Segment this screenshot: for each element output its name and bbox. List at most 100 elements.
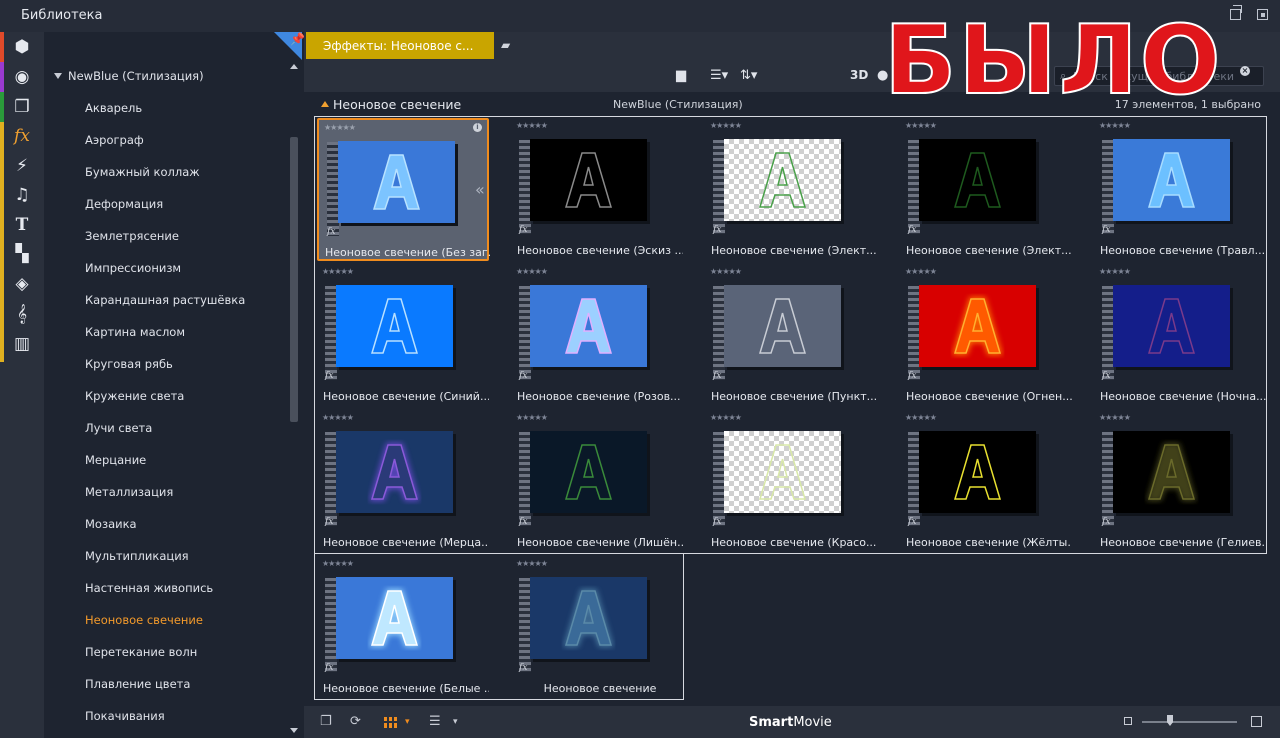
star-rating[interactable]: ★★★★★ <box>322 559 354 568</box>
star-rating[interactable]: ★★★★★ <box>710 267 742 276</box>
zoom-in-icon[interactable] <box>1251 716 1262 727</box>
effect-tile[interactable]: ★★★★★ fx Неоновое свечение (Огнен... <box>900 264 1072 407</box>
restore-icon[interactable] <box>1257 9 1268 20</box>
star-rating[interactable]: ★★★★★ <box>516 413 548 422</box>
effect-tile[interactable]: ★★★★★ fx Неоновое свечение (Эскиз ... <box>511 118 683 261</box>
effect-tile[interactable]: ★★★★★ fx Неоновое свечение (Белые ... <box>317 556 489 699</box>
sort-icon[interactable]: ⇅▾ <box>740 68 757 83</box>
list-mode-dropdown-icon[interactable]: ▾ <box>453 717 458 727</box>
effect-label: Неоновое свечение <box>543 682 657 695</box>
lightning-icon[interactable]: ⚡ <box>3 151 41 181</box>
star-rating[interactable]: ★★★★★ <box>516 267 548 276</box>
star-rating[interactable]: ★★★★★ <box>1099 413 1131 422</box>
list-view-icon[interactable]: ☰▾ <box>710 68 728 83</box>
grid-view-icon[interactable] <box>384 717 397 728</box>
effect-tile[interactable]: ★★★★★ fx Неоновое свечение (Гелиев... <box>1094 410 1266 553</box>
list-mode-icon[interactable]: ☰ <box>429 714 441 729</box>
tree-item[interactable]: Неоновое свечение <box>85 613 203 627</box>
star-rating[interactable]: ★★★★★ <box>516 559 548 568</box>
tree-item[interactable]: Кружение света <box>85 389 184 403</box>
collapse-arrow-icon[interactable]: « <box>475 180 485 199</box>
scroll-down-arrow-icon[interactable] <box>290 728 298 733</box>
scroll-up-arrow-icon[interactable] <box>290 64 298 69</box>
zoom-slider-thumb[interactable] <box>1167 715 1173 726</box>
filter-3d-toggle[interactable]: 3D <box>850 68 868 82</box>
tree-item[interactable]: Аэрограф <box>85 133 144 147</box>
clear-search-icon[interactable]: × <box>1240 66 1250 76</box>
star-rating[interactable]: ★★★★★ <box>710 121 742 130</box>
popout-icon[interactable] <box>1230 5 1242 20</box>
tree-item[interactable]: Круговая рябь <box>85 357 173 371</box>
effect-tile[interactable]: ★★★★★ fx Неоновое свечение (Жёлты... <box>900 410 1072 553</box>
fx-badge-icon: fx <box>713 371 722 381</box>
tree-item[interactable]: Лучи света <box>85 421 152 435</box>
star-rating[interactable]: ★★★★★ <box>710 413 742 422</box>
effect-tile[interactable]: ★★★★★ fx Неоновое свечение (Розов... <box>511 264 683 407</box>
effect-tile[interactable]: ★★★★★ fx Неоновое свечение (Ночна... <box>1094 264 1266 407</box>
star-rating[interactable]: ★★★★★ <box>1099 267 1131 276</box>
expand-triangle-icon[interactable] <box>54 73 62 79</box>
music-note-icon[interactable]: ♫ <box>3 180 41 210</box>
zoom-slider-track[interactable] <box>1142 721 1237 723</box>
star-rating[interactable]: ★★★★★ <box>905 267 937 276</box>
effect-thumbnail <box>336 285 453 367</box>
film-reel-icon[interactable]: ◉ <box>3 62 41 92</box>
pin-icon[interactable]: 📌 <box>290 32 304 46</box>
smartmovie-button[interactable]: SmartMovie <box>749 715 832 730</box>
effect-tile[interactable]: ★★★★★ fx Неоновое свечение (Пункт... <box>705 264 877 407</box>
tree-item[interactable]: Покачивания <box>85 709 165 723</box>
effect-tile[interactable]: ★★★★★ i fx « Неоновое свечение (Без заг... <box>317 118 491 261</box>
info-icon[interactable]: i <box>473 123 482 132</box>
effect-tile[interactable]: ★★★★★ fx Неоновое свечение (Красо... <box>705 410 877 553</box>
tree-item[interactable]: Настенная живопись <box>85 581 213 595</box>
tree-scrollbar[interactable] <box>290 137 298 422</box>
tree-item[interactable]: Акварель <box>85 101 142 115</box>
effect-tile[interactable]: ★★★★★ fx Неоновое свечение (Синий... <box>317 264 489 407</box>
star-rating[interactable]: ★★★★★ <box>1099 121 1131 130</box>
tree-item[interactable]: Металлизация <box>85 485 173 499</box>
cube-icon[interactable]: ⬢ <box>3 32 41 62</box>
effect-thumbnail <box>530 139 647 221</box>
copy-icon[interactable]: ❐ <box>320 714 332 729</box>
tree-item[interactable]: Перетекание волн <box>85 645 197 659</box>
star-rating[interactable]: ★★★★★ <box>905 413 937 422</box>
tree-root-item[interactable]: NewBlue (Стилизация) <box>54 69 204 83</box>
stack-icon[interactable]: ❐ <box>3 92 41 122</box>
effect-tile[interactable]: ★★★★★ fx Неоновое свечение (Мерца... <box>317 410 489 553</box>
treble-clef-icon[interactable]: 𝄞 <box>3 299 41 329</box>
star-rating[interactable]: ★★★★★ <box>322 267 354 276</box>
tree-item[interactable]: Бумажный коллаж <box>85 165 200 179</box>
star-rating[interactable]: ★★★★★ <box>516 121 548 130</box>
collapse-triangle-icon[interactable] <box>321 101 329 107</box>
effect-label: Неоновое свечение (Красо... <box>711 536 877 549</box>
text-icon[interactable]: T <box>3 210 41 240</box>
tree-item[interactable]: Импрессионизм <box>85 261 181 275</box>
star-rating[interactable]: ★★★★★ <box>905 121 937 130</box>
tree-item[interactable]: Мозаика <box>85 517 137 531</box>
tab-effects[interactable]: Эффекты: Неоновое с... <box>306 32 494 59</box>
piano-icon[interactable]: ▥ <box>3 329 41 359</box>
refresh-icon[interactable]: ⟳ <box>350 714 361 729</box>
tree-item[interactable]: Мультипликация <box>85 549 189 563</box>
tree-item[interactable]: Плавление цвета <box>85 677 190 691</box>
folder-icon[interactable]: ▆ <box>676 68 686 83</box>
new-tab-icon[interactable]: ▰ <box>501 38 510 52</box>
zoom-out-icon[interactable] <box>1124 717 1132 725</box>
effect-tile[interactable]: ★★★★★ fx Неоновое свечение (Элект... <box>900 118 1072 261</box>
effect-tile[interactable]: ★★★★★ fx Неоновое свечение (Лишён... <box>511 410 683 553</box>
tree-item[interactable]: Карандашная растушёвка <box>85 293 245 307</box>
star-rating[interactable]: ★★★★★ <box>324 123 356 132</box>
fx-icon[interactable]: fx <box>3 121 41 151</box>
effect-thumbnail <box>919 139 1036 221</box>
transition-icon[interactable]: ▚ <box>3 239 41 269</box>
effect-tile[interactable]: ★★★★★ fx Неоновое свечение <box>511 556 683 699</box>
effect-tile[interactable]: ★★★★★ fx Неоновое свечение (Элект... <box>705 118 877 261</box>
tree-item[interactable]: Картина маслом <box>85 325 185 339</box>
grid-view-dropdown-icon[interactable]: ▾ <box>405 717 410 727</box>
tree-item[interactable]: Мерцание <box>85 453 146 467</box>
effect-tile[interactable]: ★★★★★ fx Неоновое свечение (Травл... <box>1094 118 1266 261</box>
tree-item[interactable]: Деформация <box>85 197 163 211</box>
tree-item[interactable]: Землетрясение <box>85 229 179 243</box>
star-rating[interactable]: ★★★★★ <box>322 413 354 422</box>
layers-icon[interactable]: ◈ <box>3 269 41 299</box>
